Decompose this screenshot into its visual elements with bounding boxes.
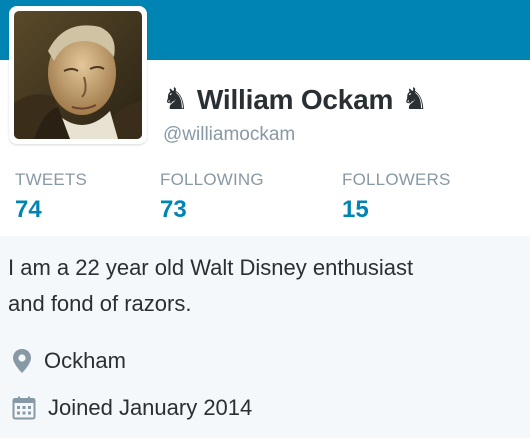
profile-location: Ockham xyxy=(12,348,126,374)
stat-followers-label: FOLLOWERS xyxy=(342,170,451,189)
profile-bio-line: I am a 22 year old Walt Disney enthusias… xyxy=(8,255,414,280)
chess-knight-icon: ♞ xyxy=(162,82,189,117)
avatar-portrait-image xyxy=(14,11,142,139)
profile-joined-text: Joined January 2014 xyxy=(48,395,253,420)
stat-tweets-value: 74 xyxy=(15,196,42,223)
profile-handle[interactable]: @williamockam xyxy=(163,124,295,146)
stat-following-label: FOLLOWING xyxy=(160,170,264,189)
stat-tweets-label: TWEETS xyxy=(15,170,88,189)
location-pin-icon xyxy=(13,349,31,373)
profile-joined: Joined January 2014 xyxy=(12,395,252,421)
stat-following-value: 73 xyxy=(160,196,187,223)
calendar-icon xyxy=(12,396,36,420)
profile-name[interactable]: William Ockam xyxy=(197,84,394,116)
stat-followers-value: 15 xyxy=(342,196,369,223)
stat-following[interactable]: FOLLOWING 73 xyxy=(160,170,264,224)
stat-followers[interactable]: FOLLOWERS 15 xyxy=(342,170,451,224)
stat-tweets[interactable]: TWEETS 74 xyxy=(15,170,87,224)
profile-location-text: Ockham xyxy=(44,348,126,373)
profile-bio: I am a 22 year old Walt Disney enthusias… xyxy=(8,250,528,322)
chess-knight-icon: ♞ xyxy=(401,82,429,117)
profile-name-row: ♞ William Ockam ♞ xyxy=(162,82,428,118)
profile-bio-line: and fond of razors. xyxy=(8,291,192,316)
avatar[interactable] xyxy=(9,6,147,144)
